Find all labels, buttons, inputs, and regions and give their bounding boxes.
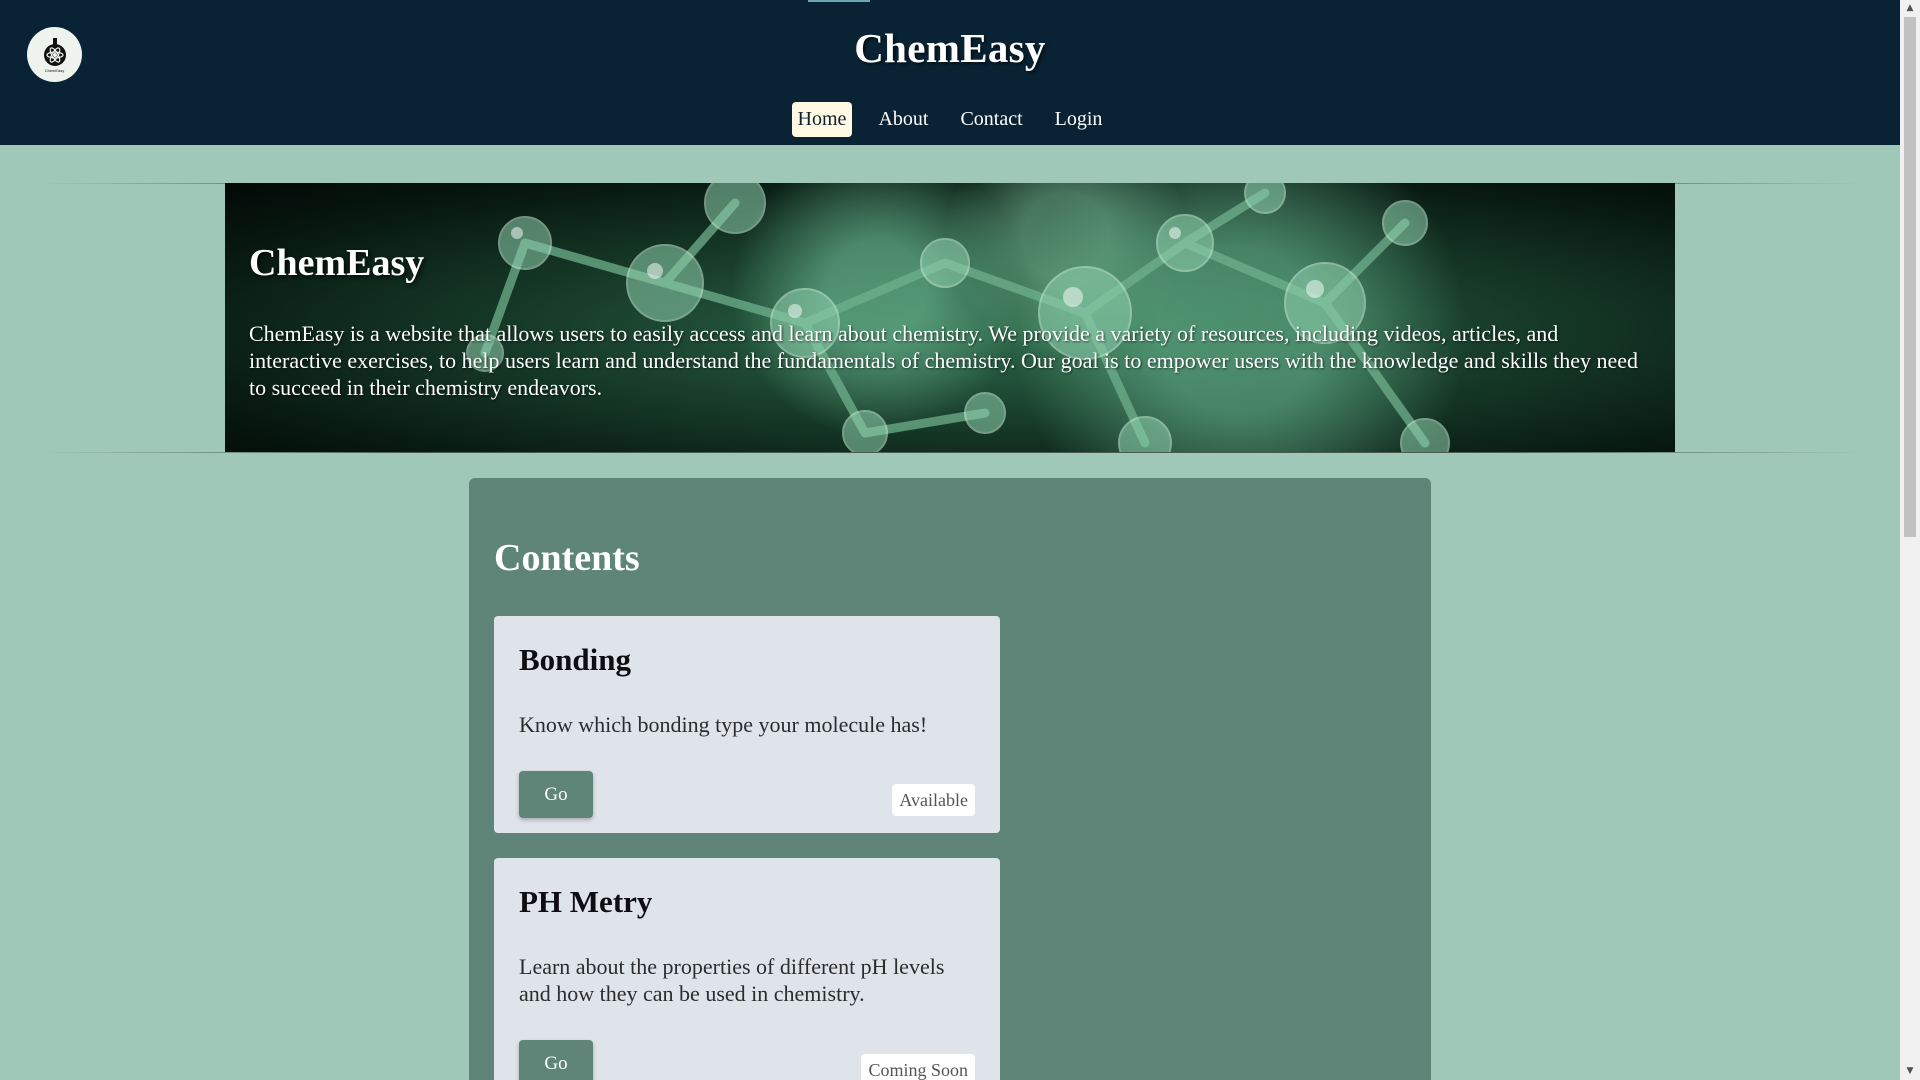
card-description: Learn about the properties of different … bbox=[519, 954, 945, 1006]
card-title: Bonding bbox=[519, 642, 632, 677]
molecule-background-image bbox=[466, 183, 1450, 452]
hero-title: ChemEasy bbox=[249, 242, 425, 284]
hero-banner: ChemEasy ChemEasy is a website that allo… bbox=[225, 183, 1675, 452]
scrollbar-thumb[interactable] bbox=[1904, 17, 1916, 537]
status-badge: Available bbox=[892, 784, 975, 816]
nav-contact[interactable]: Contact bbox=[954, 102, 1028, 137]
hero-description: ChemEasy is a website that allows users … bbox=[249, 321, 1639, 400]
card-title: PH Metry bbox=[519, 884, 653, 919]
go-button-bonding[interactable]: Go bbox=[519, 771, 593, 818]
nav-login[interactable]: Login bbox=[1049, 102, 1109, 137]
scroll-down-arrow-icon[interactable]: ▼ bbox=[1900, 1063, 1920, 1080]
header-accent-bar bbox=[808, 0, 870, 2]
nav-about[interactable]: About bbox=[872, 102, 934, 137]
page-scrollbar[interactable]: ▲ ▼ bbox=[1900, 0, 1920, 1080]
go-button-ph-metry[interactable]: Go bbox=[519, 1040, 593, 1080]
contents-panel: Contents Bonding Know which bonding type… bbox=[469, 478, 1431, 1080]
status-badge: Coming Soon bbox=[861, 1054, 975, 1080]
contents-title: Contents bbox=[494, 537, 640, 579]
content-card-ph-metry: PH Metry Learn about the properties of d… bbox=[494, 858, 1000, 1080]
hero-bottom-divider bbox=[40, 452, 1860, 453]
card-description: Know which bonding type your molecule ha… bbox=[519, 712, 928, 737]
site-header: ChemEasy ChemEasy Home About Contact Log… bbox=[0, 0, 1900, 145]
scroll-up-arrow-icon[interactable]: ▲ bbox=[1900, 0, 1920, 17]
nav-home[interactable]: Home bbox=[791, 102, 853, 137]
content-card-bonding: Bonding Know which bonding type your mol… bbox=[494, 616, 1000, 833]
main-nav: Home About Contact Login bbox=[0, 102, 1900, 137]
site-title: ChemEasy bbox=[854, 25, 1046, 71]
